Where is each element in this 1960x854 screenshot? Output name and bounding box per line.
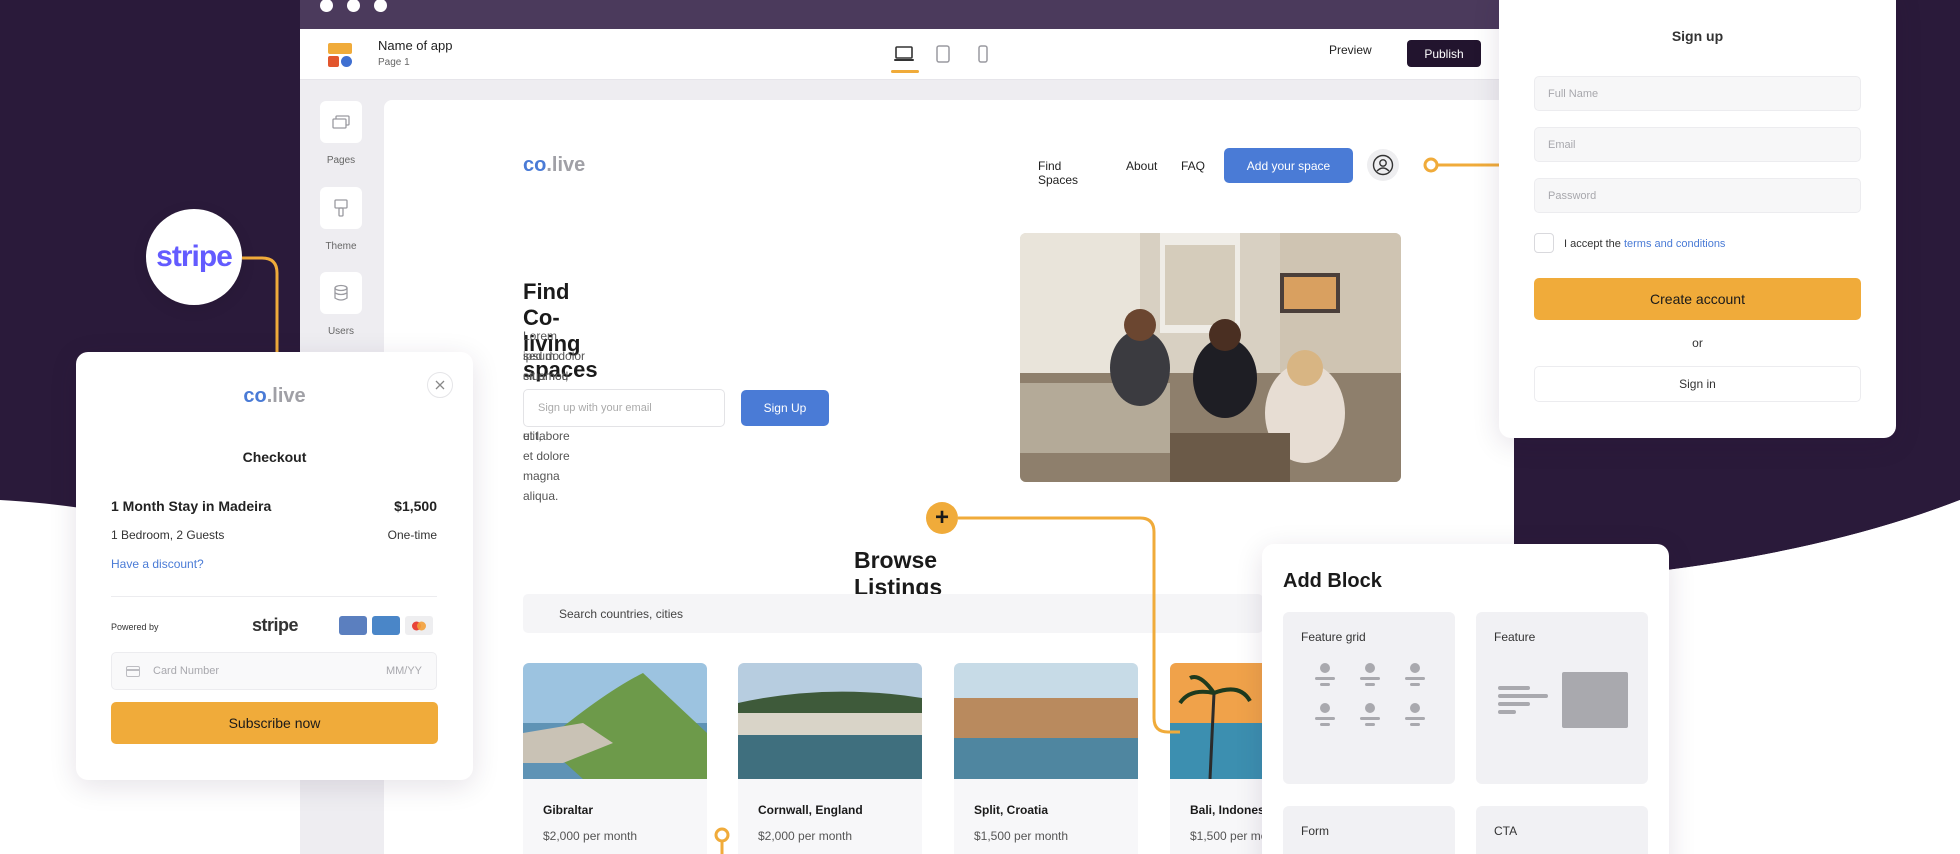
- card-number-field[interactable]: Card Number MM/YY: [111, 652, 437, 690]
- terms-checkbox[interactable]: [1534, 233, 1554, 253]
- powered-by-label: Powered by: [111, 622, 159, 632]
- signup-panel: Sign up Full Name Email Password I accep…: [1499, 0, 1896, 438]
- card-number-placeholder: Card Number: [153, 665, 220, 677]
- tablet-icon[interactable]: [928, 37, 958, 71]
- listing-city: Gibraltar: [543, 803, 594, 817]
- stripe-wordmark: stripe: [252, 615, 299, 635]
- editor-toolbar: Name of app Page 1 Preview Publish: [300, 29, 1514, 80]
- stripe-logo: stripe: [146, 209, 242, 305]
- sidebar-item-label: Theme: [325, 241, 357, 252]
- subscribe-button[interactable]: Subscribe now: [111, 702, 438, 744]
- create-account-button[interactable]: Create account: [1534, 278, 1861, 320]
- window-dot[interactable]: [347, 0, 360, 12]
- block-tile-feature-grid[interactable]: Feature grid: [1283, 612, 1455, 784]
- block-tile-cta[interactable]: CTA: [1476, 806, 1648, 854]
- credit-card-icon: [126, 666, 140, 677]
- listing-price: $2,000 per month: [758, 829, 853, 843]
- feature-layout-icon: [1498, 672, 1628, 728]
- amex-card-icon: [372, 616, 400, 635]
- close-icon[interactable]: [427, 372, 453, 398]
- sign-up-button[interactable]: Sign Up: [741, 390, 829, 426]
- visa-card-icon: [339, 616, 367, 635]
- block-tile-feature[interactable]: Feature: [1476, 612, 1648, 784]
- sign-in-button[interactable]: Sign in: [1534, 366, 1861, 402]
- block-tile-label: CTA: [1494, 824, 1518, 838]
- listing-card[interactable]: Cornwall, England $2,000 per month: [738, 663, 922, 854]
- block-tile-label: Feature: [1494, 630, 1536, 644]
- email-field[interactable]: Email: [1534, 127, 1861, 162]
- listing-card[interactable]: Gibraltar $2,000 per month: [523, 663, 707, 854]
- add-space-button[interactable]: Add your space: [1224, 148, 1353, 183]
- sidebar-item-pages[interactable]: Pages: [320, 101, 362, 166]
- add-block-panel: Add Block Feature grid Feature Form CTA: [1262, 544, 1669, 854]
- checkout-panel: co.live Checkout 1 Month Stay in Madeira…: [76, 352, 473, 780]
- listing-city: Bali, Indones: [1190, 803, 1265, 817]
- item-details: 1 Bedroom, 2 Guests: [111, 528, 225, 542]
- listing-search-input[interactable]: Search countries, cities: [523, 594, 1263, 633]
- block-tile-label: Form: [1301, 824, 1329, 838]
- listing-city: Cornwall, England: [758, 803, 863, 817]
- listing-city: Split, Croatia: [974, 803, 1049, 817]
- sidebar-item-theme[interactable]: Theme: [320, 187, 362, 252]
- listing-photo: [523, 663, 707, 779]
- checkout-logo: co.live: [243, 385, 306, 407]
- site-logo[interactable]: co.live: [523, 154, 585, 177]
- listing-price: $1,500 per month: [974, 829, 1069, 843]
- feature-grid-icon: [1315, 663, 1425, 726]
- app-logo: [328, 43, 352, 67]
- nav-find-spaces[interactable]: Find Spaces: [1038, 159, 1078, 187]
- full-name-field[interactable]: Full Name: [1534, 76, 1861, 111]
- nav-faq[interactable]: FAQ: [1181, 159, 1205, 173]
- mastercard-icon: [405, 616, 433, 635]
- mobile-icon[interactable]: [968, 37, 998, 71]
- sidebar-item-label: Pages: [326, 155, 356, 166]
- or-divider: or: [1692, 336, 1703, 350]
- billing-type: One-time: [387, 528, 437, 542]
- users-icon: [320, 272, 362, 314]
- checkout-title: Checkout: [242, 449, 307, 465]
- listing-price: $2,000 per month: [543, 829, 638, 843]
- discount-link[interactable]: Have a discount?: [111, 557, 204, 571]
- terms-link[interactable]: terms and conditions: [1624, 238, 1726, 250]
- listing-photo: [738, 663, 922, 779]
- signup-title: Sign up: [1671, 28, 1724, 44]
- app-name[interactable]: Name of app: [378, 38, 452, 53]
- user-avatar-icon[interactable]: [1367, 149, 1399, 181]
- page-name[interactable]: Page 1: [378, 57, 410, 68]
- pages-icon: [320, 101, 362, 143]
- preview-button[interactable]: Preview: [1329, 43, 1372, 57]
- window-dot[interactable]: [320, 0, 333, 12]
- password-field[interactable]: Password: [1534, 178, 1861, 213]
- add-block-title: Add Block: [1283, 570, 1382, 592]
- sidebar-item-label: Users: [327, 326, 355, 337]
- terms-label: I accept the terms and conditions: [1564, 238, 1726, 250]
- listing-card[interactable]: Split, Croatia $1,500 per month: [954, 663, 1138, 854]
- publish-button[interactable]: Publish: [1407, 40, 1481, 67]
- hero-photo: [1020, 233, 1401, 482]
- sidebar-item-users[interactable]: Users: [320, 272, 362, 337]
- divider: [111, 596, 437, 597]
- theme-icon: [320, 187, 362, 229]
- block-tile-label: Feature grid: [1301, 630, 1366, 644]
- listing-photo: [954, 663, 1138, 779]
- item-name: 1 Month Stay in Madeira: [111, 498, 272, 514]
- item-price: $1,500: [394, 498, 437, 514]
- desktop-icon[interactable]: [889, 37, 919, 73]
- block-tile-form[interactable]: Form: [1283, 806, 1455, 854]
- email-input[interactable]: Sign up with your email: [523, 389, 725, 427]
- nav-about[interactable]: About: [1126, 159, 1157, 173]
- add-block-plus-icon[interactable]: +: [926, 502, 958, 534]
- window-titlebar: [300, 0, 1514, 29]
- window-dot[interactable]: [374, 0, 387, 12]
- browse-title: Browse Listings: [854, 547, 943, 600]
- expiry-placeholder: MM/YY: [385, 665, 422, 677]
